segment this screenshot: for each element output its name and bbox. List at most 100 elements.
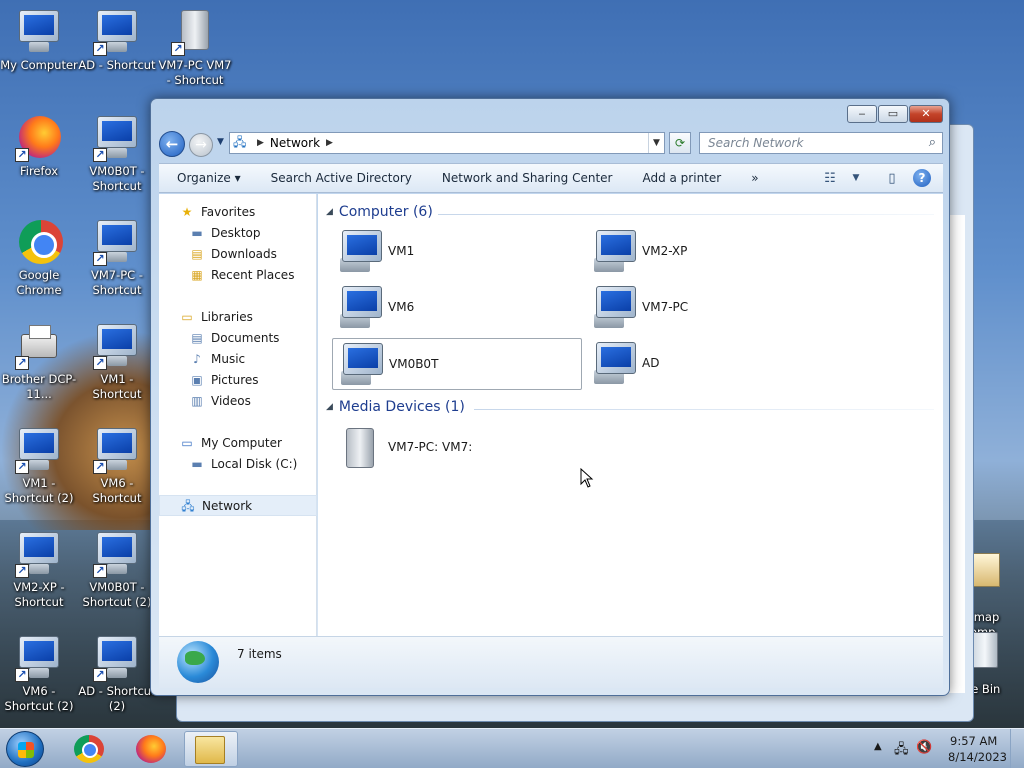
view-options-dropdown[interactable]: ▼: [843, 173, 869, 183]
recycle-bin-icon: [972, 632, 998, 668]
media-device-tile-vm7[interactable]: VM7-PC: VM7:: [332, 422, 582, 474]
computer-icon: [592, 230, 640, 274]
maximize-button[interactable]: ▭: [878, 105, 908, 123]
network-status-icon[interactable]: 🖧: [894, 740, 909, 762]
forward-button[interactable]: →: [189, 133, 213, 157]
computer-tile-ad[interactable]: AD: [586, 338, 836, 390]
minimize-button[interactable]: ‒: [847, 105, 877, 123]
desktop-icon-my-computer[interactable]: My Computer: [0, 8, 78, 73]
desktop-icon-ad-shortcut[interactable]: ↗ AD - Shortcut: [78, 8, 156, 73]
firefox-icon: [136, 735, 166, 763]
network-explorer-window[interactable]: ‒ ▭ ✕ ← → ▼ 🖧 ▶ Network ▶ ▼ ⟳ Search Net…: [150, 98, 950, 696]
desktop-icon-vm2-xp-shortcut[interactable]: ↗ VM2-XP - Shortcut: [0, 530, 78, 610]
nav-desktop[interactable]: ▬ Desktop: [159, 223, 317, 244]
chrome-icon: [15, 218, 63, 266]
details-pane: 7 items: [159, 636, 943, 688]
arrow-right-icon: →: [195, 137, 207, 153]
network-icon: 🖧: [233, 134, 247, 149]
taskbar-firefox[interactable]: [126, 731, 176, 767]
organize-button[interactable]: Organize ▾: [159, 171, 256, 185]
nav-network[interactable]: 🖧 Network: [159, 495, 317, 516]
command-bar: Organize ▾ Search Active Directory Netwo…: [159, 163, 943, 193]
group-header-computer[interactable]: ◢ Computer (6): [326, 204, 934, 224]
start-button[interactable]: [6, 731, 44, 767]
address-bar[interactable]: 🖧 ▶ Network ▶ ▼: [229, 132, 665, 154]
nav-favorites-group: ★ Favorites ▬ Desktop ▤ Downloads ▦ Recent P…: [159, 202, 317, 286]
nav-computer-group: ▭ My Computer ▬ Local Disk (C:): [159, 433, 317, 475]
firefox-icon: ↗: [15, 114, 63, 162]
mouse-cursor-icon: [580, 468, 594, 488]
computer-icon: [339, 343, 387, 387]
change-view-icon[interactable]: ☷: [817, 171, 843, 186]
desktop-icon-vm1-shortcut-2[interactable]: ↗ VM1 - Shortcut (2): [0, 426, 78, 506]
computer-icon: ▭: [181, 436, 193, 450]
caption-buttons: ‒ ▭ ✕: [846, 105, 943, 123]
nav-pictures[interactable]: ▣ Pictures: [159, 370, 317, 391]
refresh-button[interactable]: ⟳: [669, 132, 691, 154]
computer-tile-vm0b0t[interactable]: VM0B0T: [332, 338, 582, 390]
desktop-icon-ad-shortcut-2[interactable]: ↗ AD - Shortcut (2): [78, 634, 156, 714]
computer-shortcut-icon: ↗: [15, 634, 63, 682]
help-button[interactable]: ?: [913, 169, 931, 187]
close-button[interactable]: ✕: [909, 105, 943, 123]
desktop-icon-vm7-pc-shortcut[interactable]: ↗ VM7-PC - Shortcut: [78, 218, 156, 298]
computer-tile-vm7-pc[interactable]: VM7-PC: [586, 282, 836, 334]
chrome-icon: [74, 735, 104, 763]
chevron-right-icon[interactable]: ▶: [326, 138, 333, 148]
music-icon: ♪: [193, 352, 201, 366]
search-input[interactable]: Search Network ⌕: [699, 132, 943, 154]
nav-libraries[interactable]: ▭ Libraries: [159, 307, 317, 328]
computer-tile-vm1[interactable]: VM1: [332, 226, 582, 278]
chevron-right-icon[interactable]: ▶: [257, 138, 264, 148]
computer-shortcut-icon: ↗: [93, 426, 141, 474]
media-device-shortcut-icon: ↗: [171, 8, 219, 56]
computer-shortcut-icon: ↗: [93, 114, 141, 162]
desktop-icon-vm1-shortcut[interactable]: ↗ VM1 - Shortcut: [78, 322, 156, 402]
desktop-icon-vm6-shortcut[interactable]: ↗ VM6 - Shortcut: [78, 426, 156, 506]
add-printer-button[interactable]: Add a printer: [627, 171, 736, 185]
clock-time[interactable]: 9:57 AM: [950, 734, 997, 748]
collapse-triangle-icon: ◢: [326, 207, 333, 217]
nav-downloads[interactable]: ▤ Downloads: [159, 244, 317, 265]
back-button[interactable]: ←: [159, 131, 185, 157]
navigation-row: ← → ▼ 🖧 ▶ Network ▶ ▼ ⟳ Search Network ⌕: [159, 131, 943, 157]
nav-network-group: 🖧 Network: [159, 495, 317, 516]
content-pane: ◢ Computer (6) VM1 VM2-XP VM6 VM7-PC VM0B…: [318, 194, 943, 636]
clock-date[interactable]: 8/14/2023: [948, 750, 1007, 764]
desktop-icon-vm7-media-shortcut[interactable]: ↗ VM7-PC VM7 - Shortcut: [156, 8, 234, 88]
address-dropdown[interactable]: ▼: [648, 133, 664, 153]
nav-music[interactable]: ♪ Music: [159, 349, 317, 370]
nav-local-disk[interactable]: ▬ Local Disk (C:): [159, 454, 317, 475]
breadcrumb-network[interactable]: Network: [270, 136, 320, 150]
nav-my-computer[interactable]: ▭ My Computer: [159, 433, 317, 454]
pictures-icon: ▣: [191, 373, 203, 387]
show-desktop-button[interactable]: [1010, 729, 1024, 768]
desktop-icon-vm0b0t-shortcut-2[interactable]: ↗ VM0B0T - Shortcut (2): [78, 530, 156, 610]
nav-recent-places[interactable]: ▦ Recent Places: [159, 265, 317, 286]
desktop-icon-vm0b0t-shortcut[interactable]: ↗ VM0B0T - Shortcut: [78, 114, 156, 194]
volume-muted-icon[interactable]: 🔇: [916, 740, 932, 755]
nav-videos[interactable]: ▥ Videos: [159, 391, 317, 412]
search-icon[interactable]: ⌕: [929, 133, 936, 153]
computer-tile-vm2-xp[interactable]: VM2-XP: [586, 226, 836, 278]
nav-favorites[interactable]: ★ Favorites: [159, 202, 317, 223]
show-hidden-icons-button[interactable]: ▲: [874, 741, 882, 752]
network-icon: 🖧: [181, 499, 195, 513]
taskbar-explorer[interactable]: [184, 731, 238, 767]
desktop-icon-brother-printer[interactable]: ↗ Brother DCP-11...: [0, 322, 78, 402]
desktop-icon-firefox[interactable]: ↗ Firefox: [0, 114, 78, 179]
network-sharing-center-button[interactable]: Network and Sharing Center: [427, 171, 628, 185]
desktop-icon-recycle-bin[interactable]: le Bin: [968, 632, 1024, 697]
desktop-icon-google-chrome[interactable]: Google Chrome: [0, 218, 78, 298]
preview-pane-icon[interactable]: ▯: [879, 171, 905, 186]
nav-documents[interactable]: ▤ Documents: [159, 328, 317, 349]
desktop-icon-vm6-shortcut-2[interactable]: ↗ VM6 - Shortcut (2): [0, 634, 78, 714]
group-header-media-devices[interactable]: ◢ Media Devices (1): [326, 399, 934, 419]
computer-tile-vm6[interactable]: VM6: [332, 282, 582, 334]
recent-places-icon: ▦: [191, 268, 203, 282]
search-active-directory-button[interactable]: Search Active Directory: [256, 171, 427, 185]
taskbar-chrome[interactable]: [64, 731, 114, 767]
more-commands-button[interactable]: »: [736, 171, 773, 185]
recent-pages-dropdown[interactable]: ▼: [217, 137, 224, 147]
computer-shortcut-icon: ↗: [15, 530, 63, 578]
